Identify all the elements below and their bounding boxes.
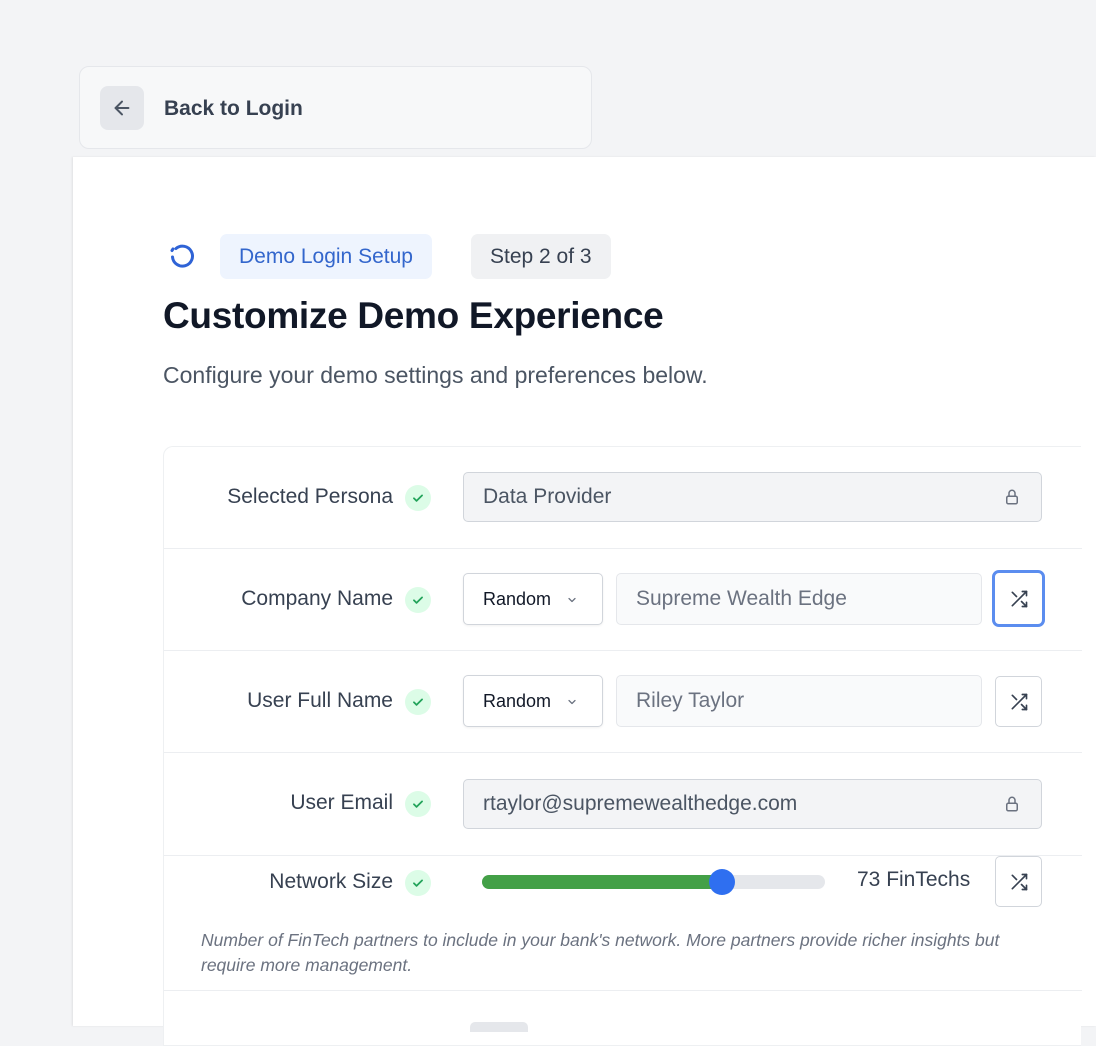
page-title: Customize Demo Experience <box>163 295 664 336</box>
network-size-row: Network Size 73 FinTechs Number of FinTe… <box>164 856 1082 991</box>
check-icon <box>405 587 431 613</box>
lock-icon <box>1006 489 1018 505</box>
page-subtitle: Configure your demo settings and prefere… <box>163 362 708 388</box>
shuffle-icon <box>1011 873 1027 890</box>
user-name-randomize-button[interactable] <box>995 676 1042 727</box>
top-bar: Back to Login <box>79 66 592 149</box>
shuffle-icon <box>1011 590 1027 607</box>
company-mode-select[interactable]: Random <box>463 573 603 625</box>
check-icon <box>405 689 431 715</box>
persona-label: Selected Persona <box>227 485 393 508</box>
company-label: Company Name <box>241 587 393 610</box>
back-to-login-link[interactable]: Back to Login <box>164 67 303 150</box>
chevron-down-icon <box>568 597 576 603</box>
check-icon <box>405 485 431 511</box>
email-label: User Email <box>290 791 393 814</box>
network-size-slider[interactable] <box>482 869 825 895</box>
user-name-input[interactable]: Riley Taylor <box>616 675 982 727</box>
slider-fill <box>482 875 723 889</box>
persona-field: Data Provider <box>463 472 1042 522</box>
persona-row: Selected Persona Data Provider <box>164 447 1082 549</box>
network-size-randomize-button[interactable] <box>995 856 1042 907</box>
email-row: User Email rtaylor@supremewealthedge.com <box>164 753 1082 856</box>
network-size-value: 73 FinTechs <box>857 868 971 891</box>
user-name-value: Riley Taylor <box>636 689 745 712</box>
user-name-mode-select[interactable]: Random <box>463 675 603 727</box>
settings-card: Selected Persona Data Provider Company N… <box>163 446 1082 1046</box>
network-size-help-text: Number of FinTech partners to include in… <box>201 930 1000 975</box>
company-randomize-button[interactable] <box>992 570 1045 627</box>
email-field: rtaylor@supremewealthedge.com <box>463 779 1042 829</box>
check-icon <box>405 870 431 896</box>
user-name-row: User Full Name Random Riley Taylor <box>164 651 1082 753</box>
persona-value: Data Provider <box>483 485 612 508</box>
network-size-label: Network Size <box>269 870 393 893</box>
check-icon <box>405 791 431 817</box>
demo-setup-badge: Demo Login Setup <box>220 234 432 279</box>
shuffle-icon <box>1011 693 1027 710</box>
step-indicator-badge: Step 2 of 3 <box>471 234 611 279</box>
arrow-left-icon <box>114 100 130 116</box>
company-name-value: Supreme Wealth Edge <box>636 587 847 610</box>
slider-thumb[interactable] <box>709 869 736 895</box>
company-mode-value: Random <box>483 589 552 609</box>
email-value: rtaylor@supremewealthedge.com <box>483 792 798 815</box>
company-row: Company Name Random Supreme Wealth Edge <box>164 549 1082 651</box>
user-name-mode-value: Random <box>483 691 552 711</box>
main-panel: Demo Login Setup Step 2 of 3 Customize D… <box>73 157 1096 1046</box>
lock-icon <box>1006 796 1018 812</box>
back-button[interactable] <box>100 86 144 130</box>
chevron-down-icon <box>568 699 576 705</box>
company-name-input[interactable]: Supreme Wealth Edge <box>616 573 982 625</box>
user-name-label: User Full Name <box>247 689 393 712</box>
next-row-control[interactable] <box>470 1022 528 1032</box>
loading-spinner-icon <box>170 244 194 268</box>
